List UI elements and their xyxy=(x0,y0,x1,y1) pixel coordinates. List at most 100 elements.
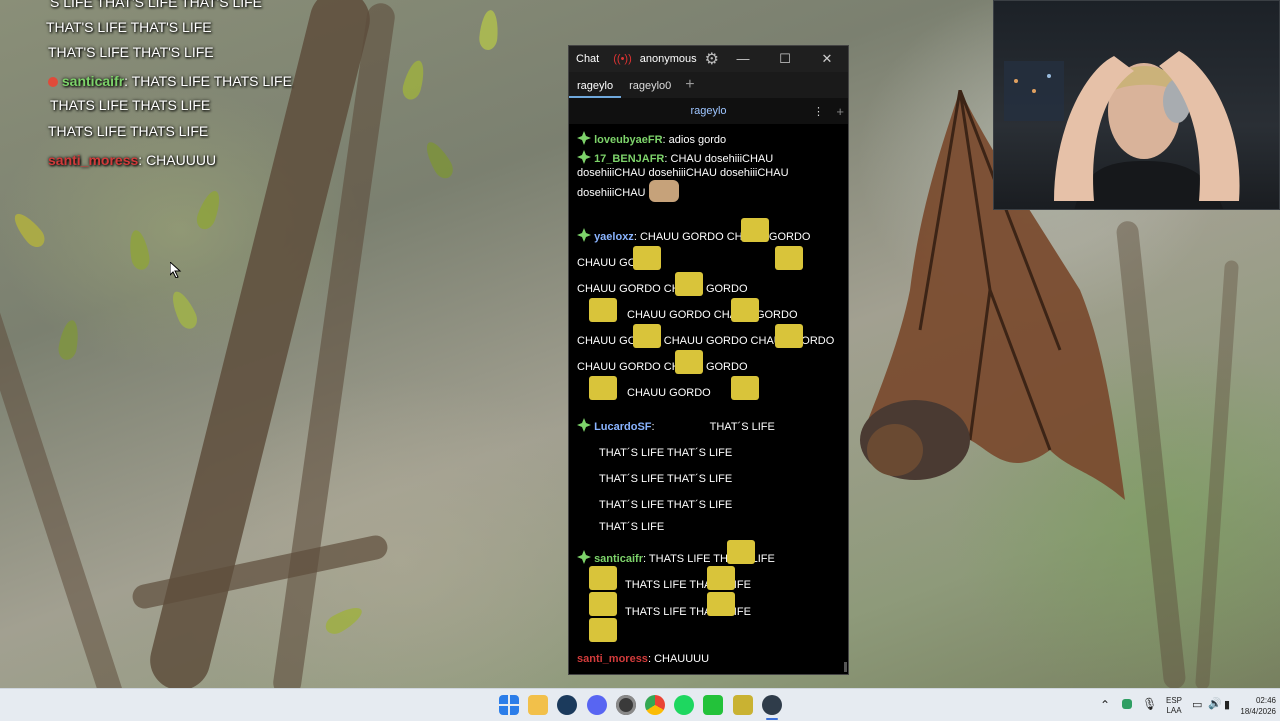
chat-text: CHAUU GORDO CHAUU GORDO xyxy=(577,283,748,295)
overlay-line: THATS LIFE THATS LIFE xyxy=(48,123,208,139)
chat-username[interactable]: santi_moress xyxy=(577,653,648,665)
security-icon[interactable] xyxy=(1122,699,1132,709)
overlay-line-text: CHAUUUU xyxy=(146,152,217,168)
prime-badge-icon xyxy=(577,150,591,164)
spongebob-app-icon[interactable] xyxy=(733,695,753,715)
streamer-image xyxy=(1004,51,1240,209)
spongebob-emote xyxy=(775,324,803,348)
chat-text: adios gordo xyxy=(668,134,727,146)
chat-message: LucardoSF: THAT´S LIFE xyxy=(577,414,838,440)
gear-icon[interactable]: ⚙ xyxy=(705,49,719,69)
spotify-icon[interactable] xyxy=(674,695,694,715)
overlay-line-text: THATS LIFE THATS LIFE xyxy=(50,97,211,113)
battery-icon[interactable]: ▮ xyxy=(1224,698,1230,711)
add-split-icon[interactable]: + xyxy=(836,104,844,119)
network-icon[interactable]: ▭ xyxy=(1192,698,1202,711)
chat-text: CHAUU GORDO CHAUU GORDO xyxy=(577,361,748,373)
prime-badge-icon xyxy=(577,131,591,145)
file-explorer-icon[interactable] xyxy=(528,695,548,715)
overlay-username: santi_moress xyxy=(48,152,139,168)
windows-start-icon[interactable] xyxy=(499,695,519,715)
more-options-icon[interactable]: ⋮ xyxy=(813,105,824,118)
spongebob-emote xyxy=(707,592,735,616)
account-button[interactable]: anonymous xyxy=(640,53,697,65)
chat-username[interactable]: loveubyaeFR xyxy=(594,134,662,146)
chrome-icon[interactable] xyxy=(645,695,665,715)
tab-rageylo[interactable]: rageylo xyxy=(569,72,622,98)
spongebob-emote xyxy=(731,376,759,400)
window-title: Chat xyxy=(576,53,600,65)
overlay-line-text: THAT'S LIFE THAT'S LIFE xyxy=(46,19,212,35)
system-tray: ⌃ 🎙 ESP LAA ▭ 🔊 ▮ 02:46 18/4/2026 xyxy=(1080,689,1280,721)
overlay-line: santicaifr: THATS LIFE THATS LIFE xyxy=(48,73,292,89)
tab-bar: rageylo rageylo0 + xyxy=(569,72,848,98)
chat-text: THAT´S LIFE xyxy=(709,421,775,433)
chevron-up-icon[interactable]: ⌃ xyxy=(1100,698,1110,712)
spongebob-emote xyxy=(633,324,661,348)
prime-badge-icon xyxy=(577,418,591,432)
taskbar: ⌃ 🎙 ESP LAA ▭ 🔊 ▮ 02:46 18/4/2026 xyxy=(0,688,1280,721)
overlay-line-text: THATS LIFE THATS LIFE xyxy=(48,123,209,139)
steam-icon[interactable] xyxy=(557,695,577,715)
cat-wave-emote xyxy=(648,180,679,202)
spongebob-emote xyxy=(589,298,617,322)
spongebob-emote xyxy=(707,566,735,590)
chat-text: THATS LIFE THATS LIFE xyxy=(648,553,775,565)
spongebob-emote xyxy=(675,272,703,296)
webcam-feed xyxy=(993,0,1280,210)
volume-icon[interactable]: 🔊 xyxy=(1208,697,1222,710)
mouse-cursor-icon xyxy=(170,262,182,278)
minimize-button[interactable]: — xyxy=(722,51,764,67)
live-broadcast-icon[interactable]: ((•)) xyxy=(613,53,632,65)
spongebob-emote xyxy=(775,246,803,270)
close-button[interactable]: ✕ xyxy=(806,51,848,67)
spongebob-emote xyxy=(589,376,617,400)
scrollbar[interactable] xyxy=(844,662,847,672)
spongebob-emote xyxy=(633,246,661,270)
overlay-username: santicaifr xyxy=(61,73,125,89)
microphone-icon[interactable]: 🎙 xyxy=(1142,697,1157,711)
chat-text: THAT´S LIFE THAT´S LIFE xyxy=(599,473,733,485)
chat-username[interactable]: yaeloxz xyxy=(594,231,634,243)
spongebob-emote xyxy=(589,566,617,590)
chat-username[interactable]: santicaifr xyxy=(594,553,643,565)
channel-header: rageylo ⋮ + xyxy=(569,98,848,124)
window-titlebar: Chat ((•)) anonymous ⚙ — ☐ ✕ xyxy=(569,46,848,72)
overlay-line: THAT'S LIFE THAT'S LIFE xyxy=(48,44,214,60)
overlay-line-text: THAT'S LIFE THAT'S LIFE xyxy=(48,44,214,60)
obs-icon[interactable] xyxy=(616,695,636,715)
chat-message: 17_BENJAFR: CHAU dosehiiiCHAU dosehiiiCH… xyxy=(577,150,838,202)
message-list[interactable]: loveubyaeFR: adios gordo 17_BENJAFR: CHA… xyxy=(569,126,848,674)
tab-rageylo0[interactable]: rageylo0 xyxy=(621,72,679,98)
clock[interactable]: 02:46 18/4/2026 xyxy=(1236,695,1276,717)
chat-text: THAT´S LIFE THAT´S LIFE xyxy=(599,447,733,459)
overlay-line: THAT'S LIFE THAT'S LIFE xyxy=(46,19,212,35)
spongebob-emote xyxy=(589,592,617,616)
add-tab-icon[interactable]: + xyxy=(679,76,694,94)
spongebob-emote xyxy=(675,350,703,374)
overlay-line: santi_moress: CHAUUUU xyxy=(48,152,217,168)
chat-username[interactable]: LucardoSF xyxy=(594,421,651,433)
prime-badge-icon xyxy=(577,228,591,242)
chatterino-icon[interactable] xyxy=(762,695,782,715)
maximize-button[interactable]: ☐ xyxy=(764,51,806,67)
record-dot-icon xyxy=(48,77,58,87)
spongebob-emote xyxy=(731,298,759,322)
chat-text: CHAUUUU xyxy=(654,653,710,665)
kick-icon[interactable] xyxy=(703,695,723,715)
clock-time: 02:46 xyxy=(1255,696,1276,705)
chat-username[interactable]: 17_BENJAFR xyxy=(594,153,664,165)
chat-message: THAT´S LIFE THAT´S LIFE xyxy=(577,440,838,466)
chat-message: THAT´S LIFE xyxy=(577,514,838,540)
channel-name[interactable]: rageylo xyxy=(690,105,726,117)
overlay-line-text: THATS LIFE THATS LIFE xyxy=(131,73,292,89)
spongebob-emote xyxy=(741,218,769,242)
chat-message: THAT´S LIFE THAT´S LIFE xyxy=(577,466,838,492)
spongebob-emote xyxy=(589,618,617,642)
overlay-line: THATS LIFE THATS LIFE xyxy=(50,97,210,113)
chat-message: santi_moress: CHAUUUU xyxy=(577,653,710,665)
chat-text: THAT´S LIFE THAT´S LIFE xyxy=(599,499,733,511)
discord-icon[interactable] xyxy=(587,695,607,715)
language-indicator[interactable]: ESP LAA xyxy=(1166,696,1182,716)
chat-text: THAT´S LIFE xyxy=(599,521,665,533)
